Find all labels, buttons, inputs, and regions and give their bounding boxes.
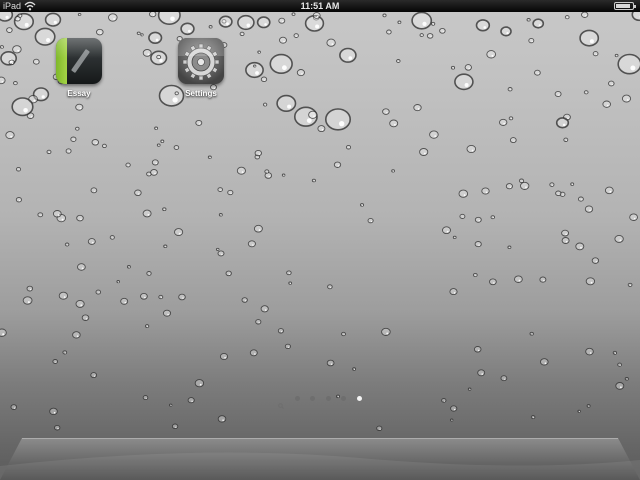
app-settings[interactable]: Settings bbox=[171, 38, 231, 98]
page-dot[interactable] bbox=[325, 396, 331, 402]
status-clock: 11:51 AM bbox=[300, 1, 340, 11]
dock bbox=[0, 438, 640, 480]
notebook-pencil-icon[interactable] bbox=[56, 38, 102, 84]
battery-level-fill bbox=[616, 4, 631, 8]
home-screen: iPad 11:51 AM Essay Settings bbox=[0, 0, 640, 480]
app-label-settings: Settings bbox=[185, 89, 217, 98]
battery-icon bbox=[614, 2, 636, 10]
page-dot-current[interactable] bbox=[356, 396, 362, 402]
app-essay[interactable]: Essay bbox=[49, 38, 109, 98]
app-label-essay: Essay bbox=[67, 89, 91, 98]
status-bar: iPad 11:51 AM bbox=[0, 0, 640, 12]
gear-icon[interactable] bbox=[178, 38, 224, 84]
page-control[interactable] bbox=[0, 390, 640, 409]
